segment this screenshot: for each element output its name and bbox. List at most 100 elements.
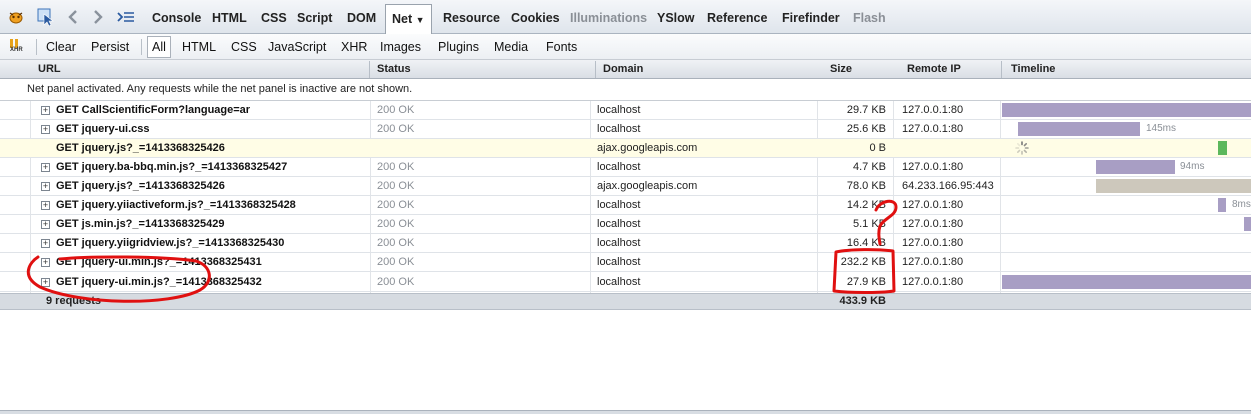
xhr-icon-label: XHR (10, 47, 23, 53)
timeline-bar[interactable] (1218, 141, 1227, 155)
request-status: 200 OK (377, 104, 415, 116)
column-header-status[interactable]: Status (377, 60, 411, 79)
column-header-size[interactable]: Size (830, 60, 852, 79)
request-url: GET jquery.ba-bbq.min.js?_=1413368325427 (56, 161, 288, 173)
column-header-timeline[interactable]: Timeline (1011, 60, 1055, 79)
expand-plus-icon[interactable]: + (41, 106, 50, 115)
expand-plus-icon[interactable]: + (41, 182, 50, 191)
filter-plugins-button[interactable]: Plugins (438, 37, 479, 57)
request-size: 27.9 KB (846, 276, 886, 288)
timeline-bar[interactable] (1002, 103, 1251, 117)
expand-plus-icon[interactable]: + (41, 239, 50, 248)
filter-html-button[interactable]: HTML (182, 37, 216, 57)
column-header-url[interactable]: URL (38, 60, 61, 79)
expand-plus-icon[interactable]: + (41, 125, 50, 134)
timeline-bar[interactable] (1096, 160, 1175, 174)
expand-plus-icon[interactable]: + (41, 163, 50, 172)
toolbar-divider (141, 39, 142, 55)
request-url: GET jquery.yiiactiveform.js?_=1413368325… (56, 199, 296, 211)
tab-firefinder[interactable]: Firefinder (782, 6, 840, 30)
timeline-bar[interactable] (1096, 179, 1251, 193)
filter-css-button[interactable]: CSS (231, 37, 257, 57)
timeline-bar[interactable] (1218, 198, 1226, 212)
timeline-duration: 94ms (1180, 161, 1205, 172)
tab-dom[interactable]: DOM (347, 6, 376, 30)
request-url: GET js.min.js?_=1413368325429 (56, 218, 225, 230)
tab-console[interactable]: Console (152, 6, 201, 30)
timeline-bar[interactable] (1244, 217, 1251, 231)
request-status: 200 OK (377, 180, 415, 192)
request-size: 0 B (869, 142, 886, 154)
column-divider[interactable] (1001, 61, 1002, 78)
persist-button[interactable]: Persist (91, 37, 129, 57)
command-line-icon[interactable] (116, 7, 136, 27)
request-status: 200 OK (377, 161, 415, 173)
request-row[interactable]: + GET jquery.js?_=1413368325426 200 OK a… (0, 177, 1251, 196)
request-row[interactable]: + GET jquery-ui.css 200 OK localhost 25.… (0, 120, 1251, 139)
tab-resource[interactable]: Resource (443, 6, 500, 30)
request-domain: localhost (597, 218, 641, 230)
request-row[interactable]: + GET CallScientificForm?language=ar 200… (0, 101, 1251, 120)
request-domain: localhost (597, 199, 641, 211)
tab-reference[interactable]: Reference (707, 6, 767, 30)
request-size: 232.2 KB (840, 256, 886, 268)
xhr-breakpoint-icon[interactable]: XHR (7, 37, 27, 57)
firebug-tab-bar: Console HTML CSS Script DOM Net ▼ Resour… (0, 0, 1251, 35)
request-domain: localhost (597, 123, 641, 135)
request-row[interactable]: + GET jquery.yiiactiveform.js?_=14133683… (0, 196, 1251, 215)
timeline-bar[interactable] (1018, 122, 1140, 136)
column-divider[interactable] (595, 61, 596, 78)
request-remote-ip: 127.0.0.1:80 (902, 237, 964, 249)
request-size: 29.7 KB (846, 104, 886, 116)
firebug-bug-icon[interactable] (6, 7, 26, 27)
tab-html[interactable]: HTML (212, 6, 247, 30)
clear-button[interactable]: Clear (46, 37, 76, 57)
toolbar-divider (36, 39, 37, 55)
request-row[interactable]: + GET js.min.js?_=1413368325429 200 OK l… (0, 215, 1251, 234)
request-remote-ip: 127.0.0.1:80 (902, 123, 964, 135)
request-url: GET jquery-ui.min.js?_=1413368325432 (56, 276, 262, 288)
request-row[interactable]: GET jquery.js?_=1413368325426 ajax.googl… (0, 139, 1251, 158)
inspect-element-icon[interactable] (36, 7, 56, 27)
expand-plus-icon[interactable]: + (41, 201, 50, 210)
request-remote-ip: 127.0.0.1:80 (902, 256, 964, 268)
net-column-headers: URL Status Domain Size Remote IP Timelin… (0, 60, 1251, 79)
filter-javascript-button[interactable]: JavaScript (268, 37, 326, 57)
request-row[interactable]: + GET jquery.ba-bbq.min.js?_=14133683254… (0, 158, 1251, 177)
request-row[interactable]: + GET jquery-ui.min.js?_=1413368325431 2… (0, 253, 1251, 272)
request-row[interactable]: + GET jquery-ui.min.js?_=1413368325432 2… (0, 273, 1251, 292)
request-size: 5.1 KB (852, 218, 886, 230)
expand-plus-icon[interactable]: + (41, 278, 50, 287)
request-size: 78.0 KB (846, 180, 886, 192)
filter-media-button[interactable]: Media (494, 37, 528, 57)
tab-net-label: Net (392, 12, 413, 26)
request-remote-ip: 127.0.0.1:80 (902, 199, 964, 211)
filter-images-button[interactable]: Images (380, 37, 421, 57)
expand-plus-icon[interactable]: + (41, 220, 50, 229)
forward-arrow-icon[interactable] (88, 7, 108, 27)
back-arrow-icon[interactable] (63, 7, 83, 27)
tab-flash[interactable]: Flash (853, 6, 886, 30)
column-header-remote-ip[interactable]: Remote IP (907, 60, 961, 79)
tab-yslow[interactable]: YSlow (657, 6, 695, 30)
tab-net[interactable]: Net ▼ (385, 4, 432, 35)
timeline-bar[interactable] (1002, 275, 1251, 289)
request-domain: ajax.googleapis.com (597, 180, 698, 192)
column-header-domain[interactable]: Domain (603, 60, 643, 79)
tab-script[interactable]: Script (297, 6, 332, 30)
filter-xhr-button[interactable]: XHR (341, 37, 367, 57)
timeline-duration: 145ms (1146, 123, 1177, 134)
net-filter-toolbar: XHR Clear Persist All HTML CSS JavaScrip… (0, 34, 1251, 60)
request-domain: ajax.googleapis.com (597, 142, 698, 154)
filter-fonts-button[interactable]: Fonts (546, 37, 577, 57)
tab-css[interactable]: CSS (261, 6, 287, 30)
panel-bottom-border (0, 410, 1251, 414)
expand-plus-icon[interactable]: + (41, 258, 50, 267)
request-remote-ip: 64.233.166.95:443 (902, 180, 994, 192)
request-row[interactable]: + GET jquery.yiigridview.js?_=1413368325… (0, 234, 1251, 253)
tab-illuminations[interactable]: Illuminations (570, 6, 647, 30)
filter-all-button[interactable]: All (147, 36, 171, 58)
column-divider[interactable] (369, 61, 370, 78)
chevron-down-icon[interactable]: ▼ (416, 15, 425, 25)
tab-cookies[interactable]: Cookies (511, 6, 560, 30)
